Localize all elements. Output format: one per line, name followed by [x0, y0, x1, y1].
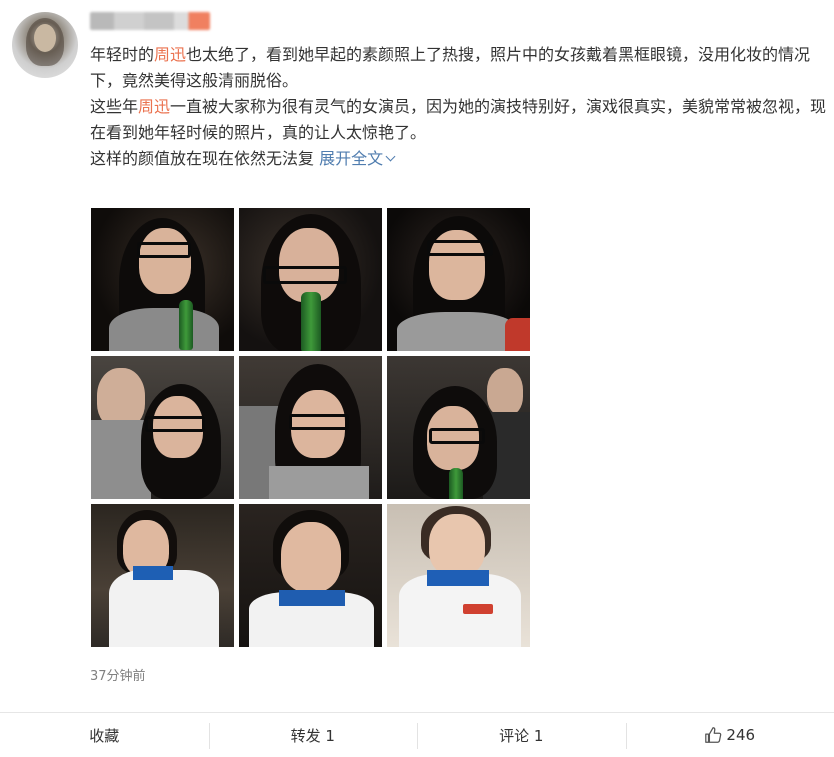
glasses-shape: [145, 416, 205, 432]
photo-8[interactable]: [239, 504, 382, 647]
glasses-shape: [427, 240, 493, 256]
collar-shape: [279, 590, 345, 606]
collar-shape: [133, 566, 173, 580]
photo-2[interactable]: [239, 208, 382, 351]
face-shape: [97, 368, 145, 428]
photo-6[interactable]: [387, 356, 530, 499]
photo-4[interactable]: [91, 356, 234, 499]
paragraph-3: 这样的颜值放在现在依然无法复 展开全文: [90, 146, 834, 172]
glasses-shape: [137, 242, 191, 258]
face-shape: [487, 368, 523, 416]
paragraph-2: 这些年周迅一直被大家称为很有灵气的女演员，因为她的演技特别好，演戏很真实，美貌常…: [90, 94, 834, 146]
mention-link[interactable]: 周迅: [138, 97, 170, 116]
photo-3[interactable]: [387, 208, 530, 351]
favorite-button[interactable]: 收藏: [0, 713, 209, 757]
chair-shape: [505, 318, 530, 351]
expand-full-text-link[interactable]: 展开全文: [319, 149, 394, 168]
mention-link[interactable]: 周迅: [154, 45, 186, 64]
repost-button[interactable]: 转发 1: [209, 713, 418, 757]
glasses-shape: [289, 414, 349, 430]
like-button[interactable]: 246: [626, 713, 834, 757]
bottle-shape: [449, 468, 463, 499]
glasses-shape: [429, 428, 485, 444]
paragraph-2-prefix: 这些年: [90, 97, 138, 116]
like-count: 246: [726, 726, 755, 744]
face-shape: [281, 522, 341, 592]
shirt-shape: [397, 312, 517, 351]
face-shape: [279, 228, 339, 302]
shirt-shape: [109, 570, 219, 647]
photo-1[interactable]: [91, 208, 234, 351]
chevron-down-icon: [386, 152, 396, 162]
username-blurred[interactable]: [90, 12, 210, 30]
repost-label: 转发 1: [291, 725, 335, 746]
paragraph-2-body: 一直被大家称为很有灵气的女演员，因为她的演技特别好，演戏很真实，美貌常常被忽视，…: [90, 97, 826, 142]
photo-7[interactable]: [91, 504, 234, 647]
action-bar: 收藏 转发 1 评论 1 246: [0, 712, 834, 757]
favorite-label: 收藏: [89, 725, 119, 746]
paragraph-1: 年轻时的周迅也太绝了，看到她早起的素颜照上了热搜，照片中的女孩戴着黑框眼镜，没用…: [90, 42, 834, 94]
comment-button[interactable]: 评论 1: [417, 713, 626, 757]
shirt-shape: [269, 466, 369, 499]
bottle-shape: [301, 292, 321, 351]
photo-5[interactable]: [239, 356, 382, 499]
avatar-face: [34, 24, 56, 52]
post-text: 年轻时的周迅也太绝了，看到她早起的素颜照上了热搜，照片中的女孩戴着黑框眼镜，没用…: [90, 42, 834, 172]
bottle-shape: [179, 300, 193, 350]
expand-label: 展开全文: [319, 149, 383, 168]
face-shape: [429, 514, 485, 576]
post-timestamp[interactable]: 37分钟前: [90, 665, 146, 684]
collar-shape: [427, 570, 489, 586]
user-avatar[interactable]: [12, 12, 78, 78]
logo-shape: [463, 604, 493, 614]
paragraph-1-prefix: 年轻时的: [90, 45, 154, 64]
thumbs-up-icon: [704, 726, 722, 744]
comment-label: 评论 1: [499, 725, 543, 746]
photo-grid: [91, 208, 531, 648]
photo-9[interactable]: [387, 504, 530, 647]
glasses-shape: [263, 266, 347, 284]
paragraph-3-body: 这样的颜值放在现在依然无法复: [90, 149, 314, 168]
paragraph-1-body: 也太绝了，看到她早起的素颜照上了热搜，照片中的女孩戴着黑框眼镜，没用化妆的情况下…: [90, 45, 810, 90]
shirt-shape: [109, 308, 219, 351]
face-shape: [139, 228, 191, 294]
